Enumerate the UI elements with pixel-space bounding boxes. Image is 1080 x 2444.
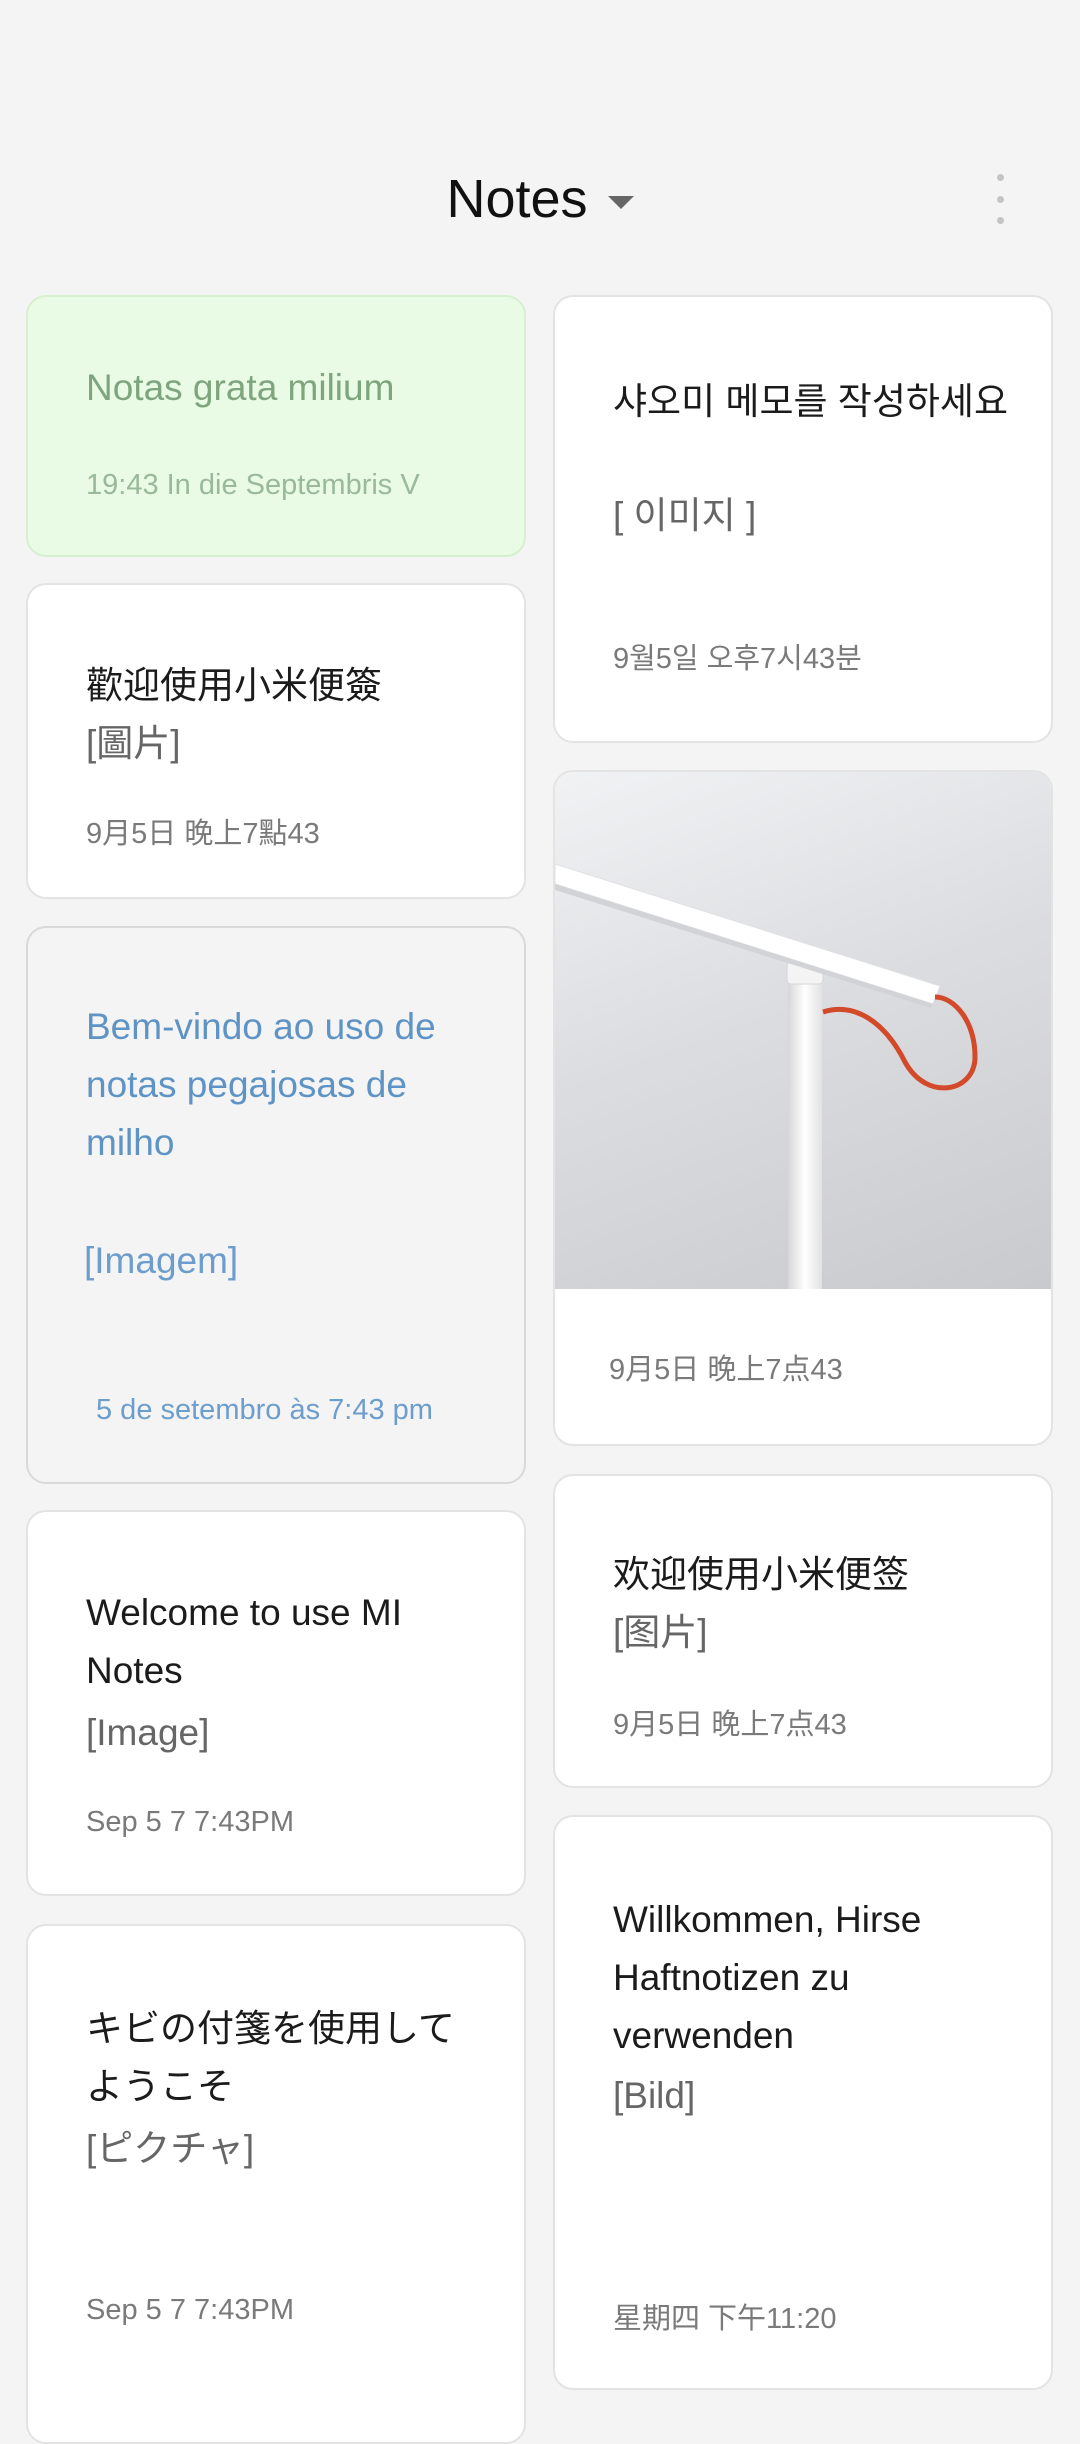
note-date: 9月5日 晚上7点43 [613,1709,847,1741]
note-card[interactable]: 샤오미 메모를 작성하세요 [ 이미지 ] 9월5일 오후7시43분 [553,295,1053,743]
note-title: 歡迎使用小米便簽 [86,665,382,706]
note-attachment: [ 이미지 ] [613,495,757,536]
note-card[interactable]: Welcome to use MI Notes [Image] Sep 5 7 … [26,1510,526,1896]
note-attachment: [Image] [86,1712,210,1753]
note-attachment: [圖片] [86,723,181,764]
note-date: Sep 5 7 7:43PM [86,2294,294,2326]
top-bar: Notes [0,0,1080,290]
note-card[interactable]: Willkommen, Hirse Haftnotizen zu verwend… [553,1815,1053,2390]
note-attachment: [图片] [613,1612,708,1653]
note-card[interactable]: キビの付箋を使用してようこそ [ピクチャ] Sep 5 7 7:43PM [26,1924,526,2444]
note-image [555,772,1051,1289]
page-title: Notes [446,169,588,229]
desk-lamp-image [555,863,978,1289]
note-date: 9월5일 오후7시43분 [613,643,862,675]
note-title: 欢迎使用小米便签 [613,1554,909,1595]
note-date: 19:43 In die Septembris V [86,469,420,501]
note-card[interactable]: Bem-vindo ao uso de notas pegajosas de m… [26,926,526,1484]
note-title: Willkommen, Hirse Haftnotizen zu verwend… [613,1899,922,2056]
chevron-down-icon [607,195,634,209]
note-title: Bem-vindo ao uso de notas pegajosas de m… [86,1006,436,1163]
more-options-icon[interactable] [990,174,1010,224]
note-date: 9月5日 晚上7点43 [609,1354,843,1386]
note-attachment: [Imagem] [84,1240,239,1281]
note-attachment: [Bild] [613,2075,696,2116]
note-attachment: [ピクチャ] [86,2128,255,2169]
note-title: 샤오미 메모를 작성하세요 [613,381,1008,422]
note-card[interactable]: Notas grata milium 19:43 In die Septembr… [26,295,526,557]
note-title: Welcome to use MI Notes [86,1592,402,1691]
note-date: Sep 5 7 7:43PM [86,1806,294,1838]
note-date: 5 de setembro às 7:43 pm [96,1394,433,1426]
note-card[interactable]: 欢迎使用小米便签 [图片] 9月5日 晚上7点43 [553,1474,1053,1788]
note-card[interactable]: 9月5日 晚上7点43 [553,770,1053,1446]
note-card[interactable]: 歡迎使用小米便簽 [圖片] 9月5日 晚上7點43 [26,583,526,899]
note-date: 9月5日 晚上7點43 [86,818,320,850]
note-date: 星期四 下午11:20 [613,2303,837,2335]
title-dropdown[interactable]: Notes [0,168,1080,230]
note-title: Notas grata milium [86,367,395,408]
note-title: キビの付箋を使用してようこそ [86,2008,455,2107]
